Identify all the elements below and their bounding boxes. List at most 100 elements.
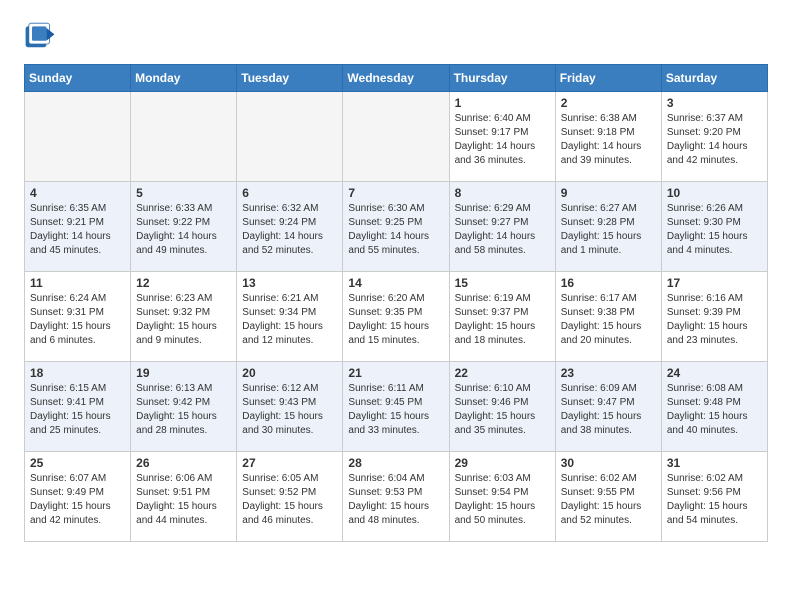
calendar-cell: 25Sunrise: 6:07 AM Sunset: 9:49 PM Dayli… <box>25 452 131 542</box>
day-info: Sunrise: 6:07 AM Sunset: 9:49 PM Dayligh… <box>30 472 125 528</box>
weekday-wednesday: Wednesday <box>343 65 449 92</box>
day-info: Sunrise: 6:33 AM Sunset: 9:22 PM Dayligh… <box>136 202 231 258</box>
day-number: 1 <box>455 96 550 110</box>
day-info: Sunrise: 6:03 AM Sunset: 9:54 PM Dayligh… <box>455 472 550 528</box>
day-info: Sunrise: 6:06 AM Sunset: 9:51 PM Dayligh… <box>136 472 231 528</box>
day-number: 21 <box>348 366 443 380</box>
weekday-sunday: Sunday <box>25 65 131 92</box>
calendar: SundayMondayTuesdayWednesdayThursdayFrid… <box>24 64 768 542</box>
weekday-monday: Monday <box>131 65 237 92</box>
day-info: Sunrise: 6:37 AM Sunset: 9:20 PM Dayligh… <box>667 112 762 168</box>
day-info: Sunrise: 6:02 AM Sunset: 9:56 PM Dayligh… <box>667 472 762 528</box>
calendar-cell: 22 Sunrise: 6:10 AM Sunset: 9:46 PM Dayli… <box>449 362 555 452</box>
day-info: Sunrise: 6:17 AM Sunset: 9:38 PM Dayligh… <box>561 292 656 348</box>
week-row-3: 11 Sunrise: 6:24 AM Sunset: 9:31 PM Dayli… <box>25 272 768 362</box>
week-row-1: 1 Sunrise: 6:40 AM Sunset: 9:17 PM Daylig… <box>25 92 768 182</box>
calendar-cell: 30 Sunrise: 6:02 AM Sunset: 9:55 PM Dayli… <box>555 452 661 542</box>
calendar-cell: 17Sunrise: 6:16 AM Sunset: 9:39 PM Dayli… <box>661 272 767 362</box>
day-info: Sunrise: 6:21 AM Sunset: 9:34 PM Dayligh… <box>242 292 337 348</box>
day-info: Sunrise: 6:10 AM Sunset: 9:46 PM Dayligh… <box>455 382 550 438</box>
logo <box>24 20 60 52</box>
week-row-5: 25Sunrise: 6:07 AM Sunset: 9:49 PM Dayli… <box>25 452 768 542</box>
calendar-cell <box>237 92 343 182</box>
page: SundayMondayTuesdayWednesdayThursdayFrid… <box>0 0 792 558</box>
day-info: Sunrise: 6:05 AM Sunset: 9:52 PM Dayligh… <box>242 472 337 528</box>
day-info: Sunrise: 6:16 AM Sunset: 9:39 PM Dayligh… <box>667 292 762 348</box>
day-number: 22 <box>455 366 550 380</box>
day-info: Sunrise: 6:19 AM Sunset: 9:37 PM Dayligh… <box>455 292 550 348</box>
day-info: Sunrise: 6:35 AM Sunset: 9:21 PM Dayligh… <box>30 202 125 258</box>
day-number: 4 <box>30 186 125 200</box>
weekday-thursday: Thursday <box>449 65 555 92</box>
calendar-cell <box>131 92 237 182</box>
day-number: 31 <box>667 456 762 470</box>
calendar-cell: 15 Sunrise: 6:19 AM Sunset: 9:37 PM Dayli… <box>449 272 555 362</box>
week-row-2: 4 Sunrise: 6:35 AM Sunset: 9:21 PM Daylig… <box>25 182 768 272</box>
calendar-cell: 20 Sunrise: 6:12 AM Sunset: 9:43 PM Dayli… <box>237 362 343 452</box>
calendar-cell: 10Sunrise: 6:26 AM Sunset: 9:30 PM Dayli… <box>661 182 767 272</box>
calendar-cell <box>25 92 131 182</box>
calendar-cell <box>343 92 449 182</box>
day-info: Sunrise: 6:09 AM Sunset: 9:47 PM Dayligh… <box>561 382 656 438</box>
logo-icon <box>24 20 56 52</box>
weekday-saturday: Saturday <box>661 65 767 92</box>
day-number: 20 <box>242 366 337 380</box>
day-info: Sunrise: 6:08 AM Sunset: 9:48 PM Dayligh… <box>667 382 762 438</box>
day-number: 3 <box>667 96 762 110</box>
calendar-cell: 7 Sunrise: 6:30 AM Sunset: 9:25 PM Daylig… <box>343 182 449 272</box>
calendar-cell: 14Sunrise: 6:20 AM Sunset: 9:35 PM Dayli… <box>343 272 449 362</box>
calendar-cell: 8 Sunrise: 6:29 AM Sunset: 9:27 PM Daylig… <box>449 182 555 272</box>
calendar-cell: 31 Sunrise: 6:02 AM Sunset: 9:56 PM Dayli… <box>661 452 767 542</box>
day-info: Sunrise: 6:04 AM Sunset: 9:53 PM Dayligh… <box>348 472 443 528</box>
weekday-friday: Friday <box>555 65 661 92</box>
calendar-cell: 2 Sunrise: 6:38 AM Sunset: 9:18 PM Daylig… <box>555 92 661 182</box>
day-info: Sunrise: 6:40 AM Sunset: 9:17 PM Dayligh… <box>455 112 550 168</box>
calendar-cell: 9Sunrise: 6:27 AM Sunset: 9:28 PM Daylig… <box>555 182 661 272</box>
calendar-cell: 18 Sunrise: 6:15 AM Sunset: 9:41 PM Dayli… <box>25 362 131 452</box>
calendar-cell: 23 Sunrise: 6:09 AM Sunset: 9:47 PM Dayli… <box>555 362 661 452</box>
day-number: 18 <box>30 366 125 380</box>
calendar-cell: 24Sunrise: 6:08 AM Sunset: 9:48 PM Dayli… <box>661 362 767 452</box>
day-info: Sunrise: 6:38 AM Sunset: 9:18 PM Dayligh… <box>561 112 656 168</box>
day-info: Sunrise: 6:11 AM Sunset: 9:45 PM Dayligh… <box>348 382 443 438</box>
calendar-cell: 26 Sunrise: 6:06 AM Sunset: 9:51 PM Dayli… <box>131 452 237 542</box>
header <box>24 20 768 52</box>
calendar-cell: 12 Sunrise: 6:23 AM Sunset: 9:32 PM Dayli… <box>131 272 237 362</box>
calendar-cell: 19 Sunrise: 6:13 AM Sunset: 9:42 PM Dayli… <box>131 362 237 452</box>
calendar-cell: 1 Sunrise: 6:40 AM Sunset: 9:17 PM Daylig… <box>449 92 555 182</box>
day-info: Sunrise: 6:12 AM Sunset: 9:43 PM Dayligh… <box>242 382 337 438</box>
day-number: 8 <box>455 186 550 200</box>
day-number: 6 <box>242 186 337 200</box>
day-number: 19 <box>136 366 231 380</box>
day-number: 2 <box>561 96 656 110</box>
calendar-cell: 6 Sunrise: 6:32 AM Sunset: 9:24 PM Daylig… <box>237 182 343 272</box>
day-number: 26 <box>136 456 231 470</box>
calendar-cell: 29 Sunrise: 6:03 AM Sunset: 9:54 PM Dayli… <box>449 452 555 542</box>
day-number: 23 <box>561 366 656 380</box>
day-info: Sunrise: 6:24 AM Sunset: 9:31 PM Dayligh… <box>30 292 125 348</box>
day-info: Sunrise: 6:23 AM Sunset: 9:32 PM Dayligh… <box>136 292 231 348</box>
day-info: Sunrise: 6:15 AM Sunset: 9:41 PM Dayligh… <box>30 382 125 438</box>
day-number: 11 <box>30 276 125 290</box>
day-number: 29 <box>455 456 550 470</box>
day-number: 5 <box>136 186 231 200</box>
day-number: 12 <box>136 276 231 290</box>
day-info: Sunrise: 6:30 AM Sunset: 9:25 PM Dayligh… <box>348 202 443 258</box>
day-info: Sunrise: 6:13 AM Sunset: 9:42 PM Dayligh… <box>136 382 231 438</box>
day-number: 16 <box>561 276 656 290</box>
day-info: Sunrise: 6:32 AM Sunset: 9:24 PM Dayligh… <box>242 202 337 258</box>
day-number: 7 <box>348 186 443 200</box>
calendar-cell: 21 Sunrise: 6:11 AM Sunset: 9:45 PM Dayli… <box>343 362 449 452</box>
day-number: 13 <box>242 276 337 290</box>
day-info: Sunrise: 6:29 AM Sunset: 9:27 PM Dayligh… <box>455 202 550 258</box>
calendar-cell: 11 Sunrise: 6:24 AM Sunset: 9:31 PM Dayli… <box>25 272 131 362</box>
day-number: 28 <box>348 456 443 470</box>
day-number: 30 <box>561 456 656 470</box>
calendar-cell: 13 Sunrise: 6:21 AM Sunset: 9:34 PM Dayli… <box>237 272 343 362</box>
day-number: 15 <box>455 276 550 290</box>
day-info: Sunrise: 6:20 AM Sunset: 9:35 PM Dayligh… <box>348 292 443 348</box>
day-info: Sunrise: 6:02 AM Sunset: 9:55 PM Dayligh… <box>561 472 656 528</box>
weekday-header-row: SundayMondayTuesdayWednesdayThursdayFrid… <box>25 65 768 92</box>
calendar-cell: 28 Sunrise: 6:04 AM Sunset: 9:53 PM Dayli… <box>343 452 449 542</box>
week-row-4: 18 Sunrise: 6:15 AM Sunset: 9:41 PM Dayli… <box>25 362 768 452</box>
